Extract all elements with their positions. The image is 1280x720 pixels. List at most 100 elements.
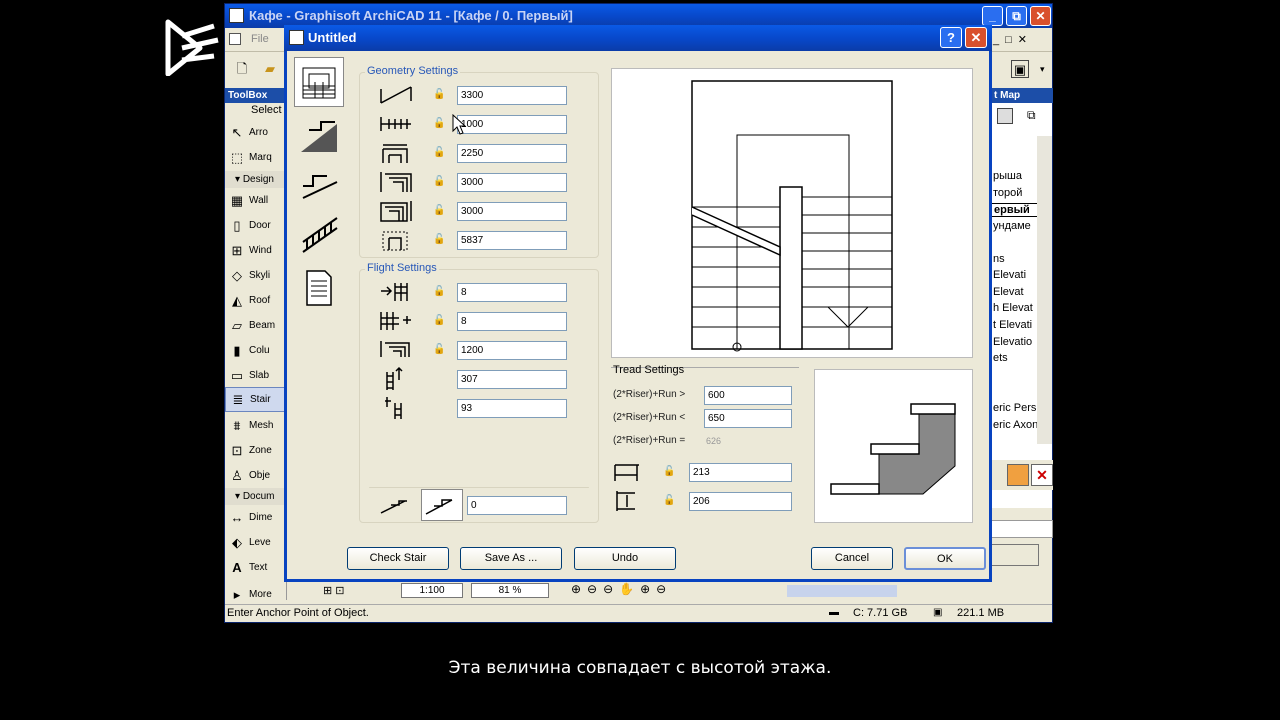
navigator-input[interactable]: [991, 520, 1053, 538]
tab-stair-profile[interactable]: [294, 161, 344, 211]
tool-slab[interactable]: ▭ Slab: [225, 363, 287, 388]
copy-icon[interactable]: ⧉: [1027, 108, 1043, 124]
nosing-field[interactable]: 93: [457, 399, 567, 418]
navigator-item[interactable]: eric Axon: [991, 419, 1039, 431]
tool-text[interactable]: A Text: [225, 555, 287, 580]
riser-count-field[interactable]: 8: [457, 283, 567, 302]
navigator-item[interactable]: ундаме: [991, 220, 1039, 232]
tab-listing[interactable]: [294, 263, 344, 313]
tab-railing[interactable]: [294, 211, 344, 261]
stair-length-field[interactable]: 1000: [457, 115, 567, 134]
lock-icon[interactable]: 🔓: [663, 466, 675, 477]
navigator-item-selected[interactable]: ервый: [991, 203, 1039, 217]
riser-run-result-label: (2*Riser)+Run =: [613, 435, 686, 446]
tool-roof[interactable]: ◭ Roof: [225, 288, 287, 313]
tread-count-field[interactable]: 8: [457, 312, 567, 331]
skylight-icon: ◇: [232, 267, 242, 283]
navigator-item[interactable]: Elevati: [991, 269, 1039, 281]
navigator-item[interactable]: eric Pers: [991, 402, 1039, 414]
total-width-field[interactable]: 3000: [457, 202, 567, 221]
close-button[interactable]: ✕: [1030, 6, 1051, 26]
tool-stair[interactable]: ≣ Stair: [225, 387, 287, 412]
walking-line-icon: [382, 231, 408, 251]
toolbar-dropdown-icon[interactable]: ▾: [1040, 64, 1045, 75]
tool-zone[interactable]: ⊡ Zone: [225, 438, 287, 463]
stair-height-field[interactable]: 3300: [457, 86, 567, 105]
stair-start-step-option[interactable]: [421, 489, 463, 521]
maximize-button[interactable]: ⧉: [1006, 6, 1027, 26]
save-as-button[interactable]: Save As ...: [460, 547, 562, 570]
view-tools-icon[interactable]: ⊞⊡: [323, 584, 347, 597]
tab-stair-plan[interactable]: [294, 57, 344, 107]
cancel-button[interactable]: Cancel: [811, 547, 893, 570]
stair-profile-icon: [302, 175, 338, 199]
scale-field[interactable]: 1:100: [401, 583, 463, 598]
walking-line-field[interactable]: 5837: [457, 231, 567, 250]
stair-start-field[interactable]: 0: [467, 496, 567, 515]
menu-file[interactable]: File: [251, 33, 269, 45]
tool-door[interactable]: ▯ Door: [225, 213, 287, 238]
tool-dimension[interactable]: ↔ Dime: [225, 505, 287, 530]
tread-depth-field[interactable]: 307: [457, 370, 567, 389]
navigator-button[interactable]: [991, 544, 1039, 566]
tool-arrow[interactable]: ↖ Arro: [225, 120, 287, 145]
lock-icon[interactable]: 🔓: [433, 286, 445, 297]
ok-button[interactable]: OK: [904, 547, 986, 570]
tool-object[interactable]: ♙ Obje: [225, 463, 287, 488]
stair-width-field[interactable]: 2250: [457, 144, 567, 163]
tool-wall[interactable]: ▦ Wall: [225, 188, 287, 213]
lock-icon[interactable]: 🔓: [433, 344, 445, 355]
lock-icon[interactable]: 🔓: [433, 176, 445, 187]
riser-run-max-field[interactable]: 650: [704, 409, 792, 428]
tool-marquee[interactable]: ⬚ Marq: [225, 145, 287, 170]
tool-mesh[interactable]: ⩩ Mesh: [225, 413, 287, 438]
lock-icon[interactable]: 🔓: [433, 147, 445, 158]
tab-stair-section[interactable]: [294, 109, 344, 159]
navigator-item[interactable]: ets: [991, 352, 1039, 364]
check-stair-button[interactable]: Check Stair: [347, 547, 449, 570]
zoom-tools-icon[interactable]: ⊕⊖⊖✋⊕⊖: [571, 582, 672, 596]
tread-length-field[interactable]: 213: [689, 463, 792, 482]
open-folder-icon[interactable]: ▰: [261, 60, 279, 78]
navigator-item[interactable]: ns: [991, 253, 1039, 265]
help-button[interactable]: ?: [940, 27, 962, 48]
lock-icon[interactable]: 🔓: [433, 234, 445, 245]
riser-run-min-field[interactable]: 600: [704, 386, 792, 405]
delete-icon[interactable]: ✕: [1031, 464, 1053, 486]
lock-icon[interactable]: 🔓: [433, 315, 445, 326]
flight-width-field[interactable]: 3000: [457, 173, 567, 192]
navigator-item[interactable]: торой: [991, 187, 1039, 199]
horizontal-scrollbar[interactable]: [787, 585, 897, 597]
zoom-field[interactable]: 81 %: [471, 583, 549, 598]
navigator-view-icon[interactable]: [997, 108, 1013, 124]
navigator-item[interactable]: Elevat: [991, 286, 1039, 298]
column-icon: ▮: [233, 342, 241, 358]
lock-icon[interactable]: 🔓: [433, 205, 445, 216]
view-options-icon[interactable]: ▣: [1011, 60, 1029, 78]
dialog-close-button[interactable]: ✕: [965, 27, 987, 48]
tool-window[interactable]: ⊞ Wind: [225, 238, 287, 263]
tool-column[interactable]: ▮ Colu: [225, 338, 287, 363]
child-window-controls[interactable]: _□✕: [993, 33, 1033, 46]
design-section-header[interactable]: ▾ Design: [225, 171, 287, 188]
navigator-item[interactable]: рыша: [991, 170, 1039, 182]
undo-button[interactable]: Undo: [574, 547, 676, 570]
navigator-scrollbar[interactable]: [1037, 136, 1052, 444]
tool-skylight[interactable]: ◇ Skyli: [225, 263, 287, 288]
stair-start-flat-option[interactable]: [377, 491, 417, 519]
tool-level[interactable]: ⬖ Leve: [225, 530, 287, 555]
flight-length-field[interactable]: 1200: [457, 341, 567, 360]
new-file-icon[interactable]: 🗋: [233, 60, 251, 78]
minimize-button[interactable]: _: [982, 6, 1003, 26]
hard-disk-icon: ▬: [829, 607, 839, 618]
lock-icon[interactable]: 🔓: [433, 118, 445, 129]
navigator-item[interactable]: t Elevati: [991, 319, 1039, 331]
navigator-item[interactable]: Elevatio: [991, 336, 1039, 348]
lock-icon[interactable]: 🔓: [663, 495, 675, 506]
tool-beam[interactable]: ▱ Beam: [225, 313, 287, 338]
riser-height-field[interactable]: 206: [689, 492, 792, 511]
document-section-header[interactable]: ▾ Docum: [225, 488, 287, 505]
new-folder-icon[interactable]: [1007, 464, 1029, 486]
lock-icon[interactable]: 🔓: [433, 89, 445, 100]
navigator-item[interactable]: h Elevat: [991, 302, 1039, 314]
